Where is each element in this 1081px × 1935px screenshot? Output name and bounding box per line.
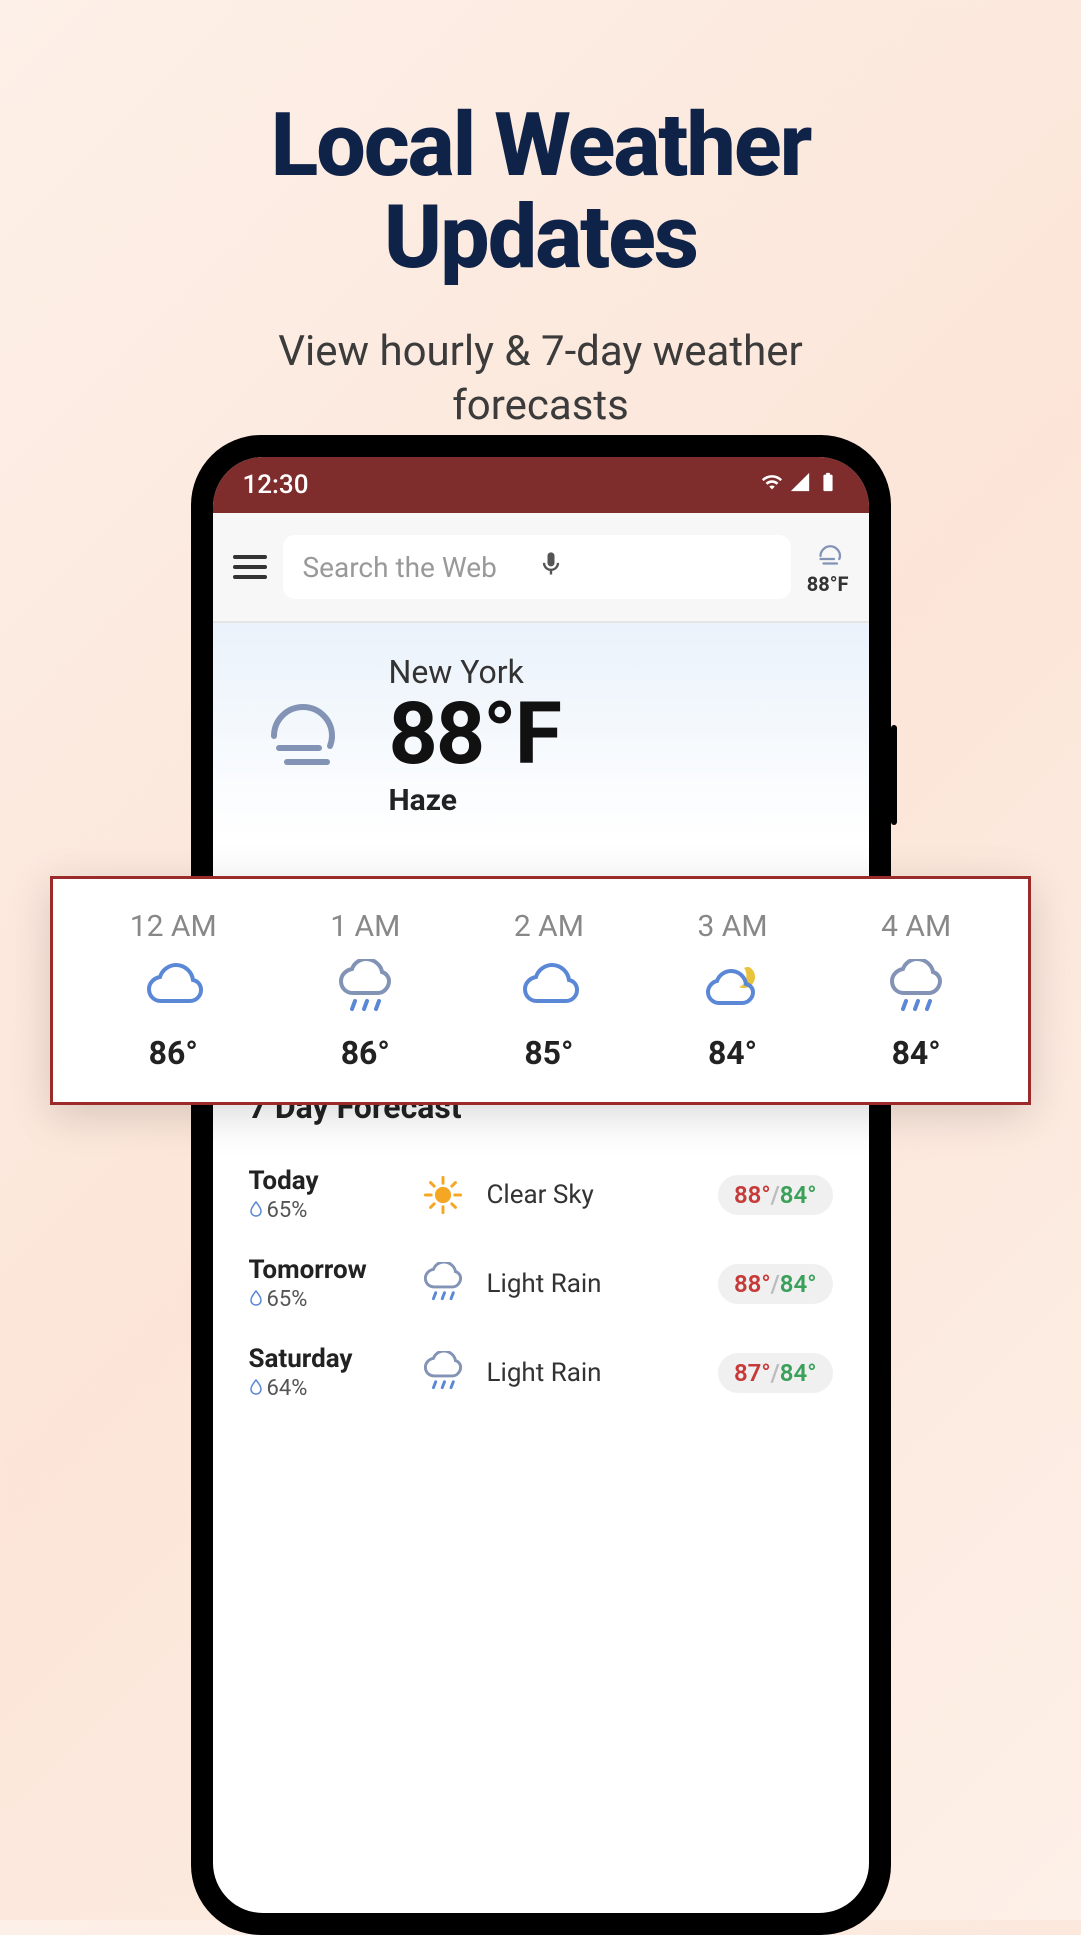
forecast-low: 84°	[780, 1359, 817, 1387]
hourly-time: 1 AM	[330, 909, 400, 944]
haze-icon	[249, 686, 359, 785]
hourly-temp: 85°	[514, 1034, 584, 1072]
toolbar-weather-button[interactable]: 88°F	[807, 538, 849, 596]
forecast-low: 84°	[780, 1181, 817, 1209]
cell-signal-icon	[789, 470, 811, 500]
forecast-humidity: 65%	[249, 1287, 399, 1312]
search-input[interactable]: Search the Web	[283, 535, 791, 599]
current-temp: 88°F	[389, 691, 560, 777]
forecast-day: Tomorrow65%	[249, 1255, 399, 1312]
forecast-row[interactable]: Saturday64% Light Rain 87°/84°	[243, 1328, 839, 1417]
forecast-temps: 87°/84°	[718, 1353, 833, 1393]
forecast-list[interactable]: Today65%Clear Sky88°/84°Tomorrow65%Light…	[243, 1150, 839, 1417]
hourly-item[interactable]: 3 AM 84°	[698, 909, 768, 1072]
phone-screen: 12:30 Search the Web	[213, 457, 869, 1913]
forecast-high: 88°	[734, 1270, 771, 1298]
rain-icon	[413, 1351, 473, 1395]
promo-subtitle-line2: forecasts	[0, 379, 1081, 434]
cloudy-icon	[130, 954, 217, 1024]
droplet-icon	[249, 1376, 263, 1401]
haze-icon	[807, 538, 849, 572]
microphone-icon[interactable]	[537, 550, 771, 585]
rain-icon	[881, 954, 951, 1024]
forecast-condition: Light Rain	[487, 1269, 704, 1299]
hourly-temp: 86°	[130, 1034, 217, 1072]
toolbar-weather-temp: 88°F	[807, 572, 849, 596]
promo-subtitle: View hourly & 7-day weather forecasts	[0, 325, 1081, 434]
promo-title: Local Weather Updates	[0, 0, 1081, 285]
forecast-day-name: Saturday	[249, 1344, 399, 1374]
forecast-day: Saturday64%	[249, 1344, 399, 1401]
hourly-item[interactable]: 2 AM 85°	[514, 909, 584, 1072]
wifi-icon	[761, 470, 783, 500]
current-condition: Haze	[389, 783, 560, 818]
sun-icon	[413, 1173, 473, 1217]
forecast-low: 84°	[780, 1270, 817, 1298]
hourly-item[interactable]: 12 AM 86°	[130, 909, 217, 1072]
status-time: 12:30	[243, 470, 309, 500]
forecast-condition: Light Rain	[487, 1358, 704, 1388]
forecast-day-name: Today	[249, 1166, 399, 1196]
forecast-condition: Clear Sky	[487, 1180, 704, 1210]
hourly-temp: 84°	[881, 1034, 951, 1072]
forecast-high: 87°	[734, 1359, 771, 1387]
forecast-row[interactable]: Tomorrow65% Light Rain 88°/84°	[243, 1239, 839, 1328]
hourly-item[interactable]: 1 AM 86°	[330, 909, 400, 1072]
forecast-day: Today65%	[249, 1166, 399, 1223]
promo-subtitle-line1: View hourly & 7-day weather	[0, 325, 1081, 380]
hourly-time: 4 AM	[881, 909, 951, 944]
app-toolbar: Search the Web 88°F	[213, 513, 869, 623]
hourly-time: 12 AM	[130, 909, 217, 944]
night-cloud-icon	[698, 954, 768, 1024]
hourly-forecast-callout[interactable]: 12 AM 86° 1 AM 86° 2 AM 85° 3 AM 84° 4 AM 84°	[50, 876, 1031, 1105]
hourly-temp: 86°	[330, 1034, 400, 1072]
search-placeholder: Search the Web	[303, 551, 537, 584]
forecast-temps: 88°/84°	[718, 1264, 833, 1304]
rain-icon	[330, 954, 400, 1024]
phone-frame: 12:30 Search the Web	[191, 435, 891, 1935]
status-icons	[761, 470, 839, 500]
cloudy-icon	[514, 954, 584, 1024]
forecast-high: 88°	[734, 1181, 771, 1209]
hourly-time: 2 AM	[514, 909, 584, 944]
forecast-humidity: 65%	[249, 1198, 399, 1223]
droplet-icon	[249, 1198, 263, 1223]
hourly-time: 3 AM	[698, 909, 768, 944]
forecast-day-name: Tomorrow	[249, 1255, 399, 1285]
status-bar: 12:30	[213, 457, 869, 513]
battery-icon	[817, 470, 839, 500]
promo-title-line1: Local Weather	[0, 100, 1081, 192]
current-weather-panel: New York 88°F Haze	[213, 623, 869, 838]
forecast-humidity: 64%	[249, 1376, 399, 1401]
forecast-row[interactable]: Today65% Clear Sky 88°/84°	[243, 1150, 839, 1239]
menu-button[interactable]	[233, 555, 267, 579]
rain-icon	[413, 1262, 473, 1306]
current-weather-info: New York 88°F Haze	[389, 653, 560, 818]
promo-title-line2: Updates	[0, 192, 1081, 284]
forecast-temps: 88°/84°	[718, 1175, 833, 1215]
droplet-icon	[249, 1287, 263, 1312]
phone-power-button	[891, 725, 897, 825]
hourly-temp: 84°	[698, 1034, 768, 1072]
hourly-item[interactable]: 4 AM 84°	[881, 909, 951, 1072]
